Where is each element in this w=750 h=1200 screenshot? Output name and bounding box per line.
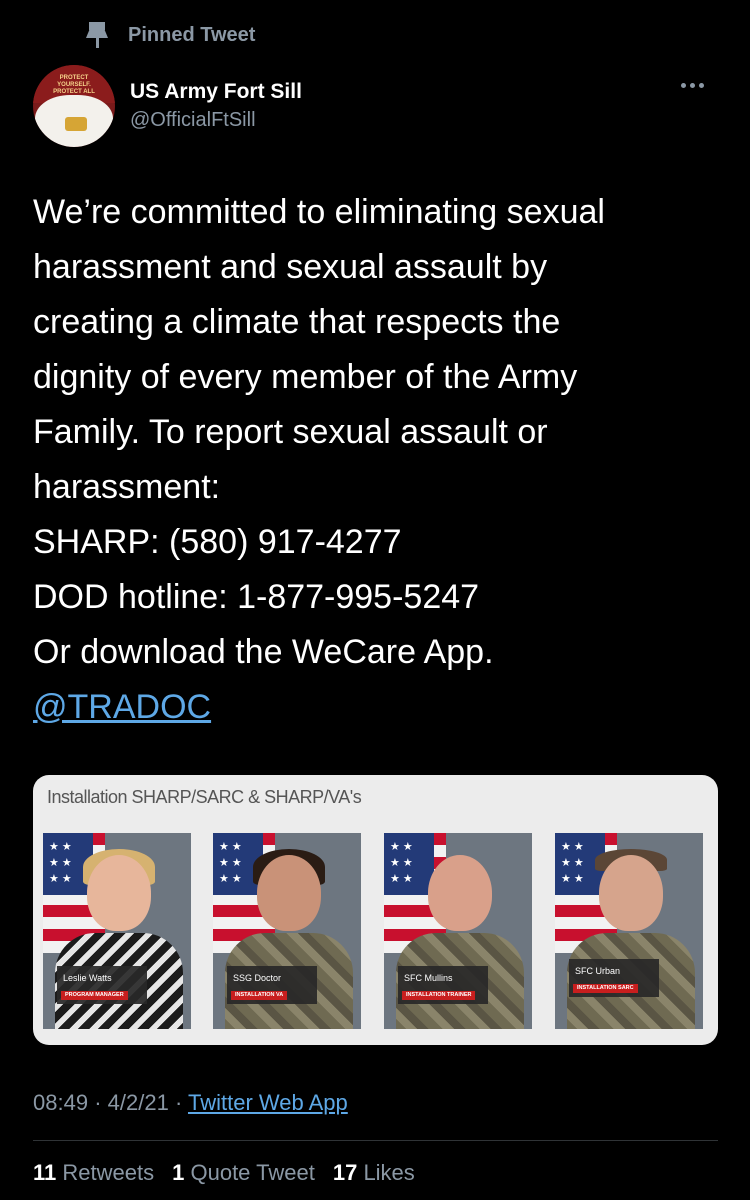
staff-card: SFC Mullins INSTALLATION TRAINER (384, 833, 532, 1029)
likes-label: Likes (363, 1160, 415, 1185)
card-role: INSTALLATION TRAINER (402, 991, 476, 1000)
author-handle[interactable]: @OfficialFtSill (130, 109, 256, 132)
tweet-line: harassment: (33, 468, 221, 506)
quotes-label: Quote Tweet (190, 1160, 315, 1185)
retweets-count: 11 (33, 1160, 57, 1185)
card-name: SFC Mullins (404, 973, 453, 983)
tweet-line: creating a climate that respects the (33, 303, 561, 341)
tweet-time: 08:49 (33, 1090, 89, 1115)
card-name: Leslie Watts (63, 973, 112, 983)
card-role: PROGRAM MANAGER (61, 991, 128, 1000)
card-role: INSTALLATION SARC (573, 984, 638, 993)
likes-stat[interactable]: 17 Likes (333, 1160, 415, 1186)
tweet-line: Family. To report sexual assault or (33, 413, 548, 451)
retweets-stat[interactable]: 11 Retweets (33, 1160, 154, 1186)
media-image[interactable]: Installation SHARP/SARC & SHARP/VA's Les… (33, 775, 718, 1045)
retweets-label: Retweets (62, 1160, 155, 1185)
tweet-line: We’re committed to eliminating sexual (33, 193, 605, 231)
staff-card: SFC Urban INSTALLATION SARC (555, 833, 703, 1029)
staff-card: SSG Doctor INSTALLATION VA (213, 833, 361, 1029)
tweet-text: We’re committed to eliminating sexual ha… (33, 185, 723, 735)
divider (33, 1140, 718, 1141)
card-name: SSG Doctor (233, 973, 282, 983)
tweet-line: harassment and sexual assault by (33, 248, 548, 286)
pin-icon (86, 22, 108, 48)
likes-count: 17 (332, 1160, 358, 1185)
pinned-label: Pinned Tweet (128, 23, 256, 46)
tweet-line: Or download the WeCare App. (33, 633, 494, 671)
staff-card: Leslie Watts PROGRAM MANAGER (43, 833, 191, 1029)
tweet-meta: 08:49 · 4/2/21 · Twitter Web App (33, 1090, 348, 1116)
mention-link[interactable]: @TRADOC (33, 688, 211, 726)
pinned-indicator: Pinned Tweet (86, 22, 255, 48)
tweet-line: DOD hotline: 1-877-995-5247 (33, 578, 480, 616)
source-app-link[interactable]: Twitter Web App (188, 1090, 348, 1115)
tweet-line: SHARP: (580) 917-4277 (33, 523, 402, 561)
quotes-stat[interactable]: 1 Quote Tweet (172, 1160, 315, 1186)
tweet-line: dignity of every member of the Army (33, 358, 578, 396)
tweet-stats: 11 Retweets 1 Quote Tweet 17 Likes (33, 1160, 415, 1186)
author-name[interactable]: US Army Fort Sill (130, 80, 302, 104)
meta-separator: · (94, 1090, 102, 1115)
media-title: Installation SHARP/SARC & SHARP/VA's (47, 787, 362, 807)
card-role: INSTALLATION VA (231, 991, 288, 1000)
meta-separator: · (174, 1090, 183, 1115)
more-icon[interactable] (681, 83, 704, 88)
card-name: SFC Urban (575, 966, 621, 976)
quotes-count: 1 (172, 1160, 185, 1185)
tweet-date[interactable]: 4/2/21 (108, 1090, 169, 1115)
avatar[interactable]: PROTECT YOURSELF. PROTECT ALL OTHERS (33, 65, 115, 147)
